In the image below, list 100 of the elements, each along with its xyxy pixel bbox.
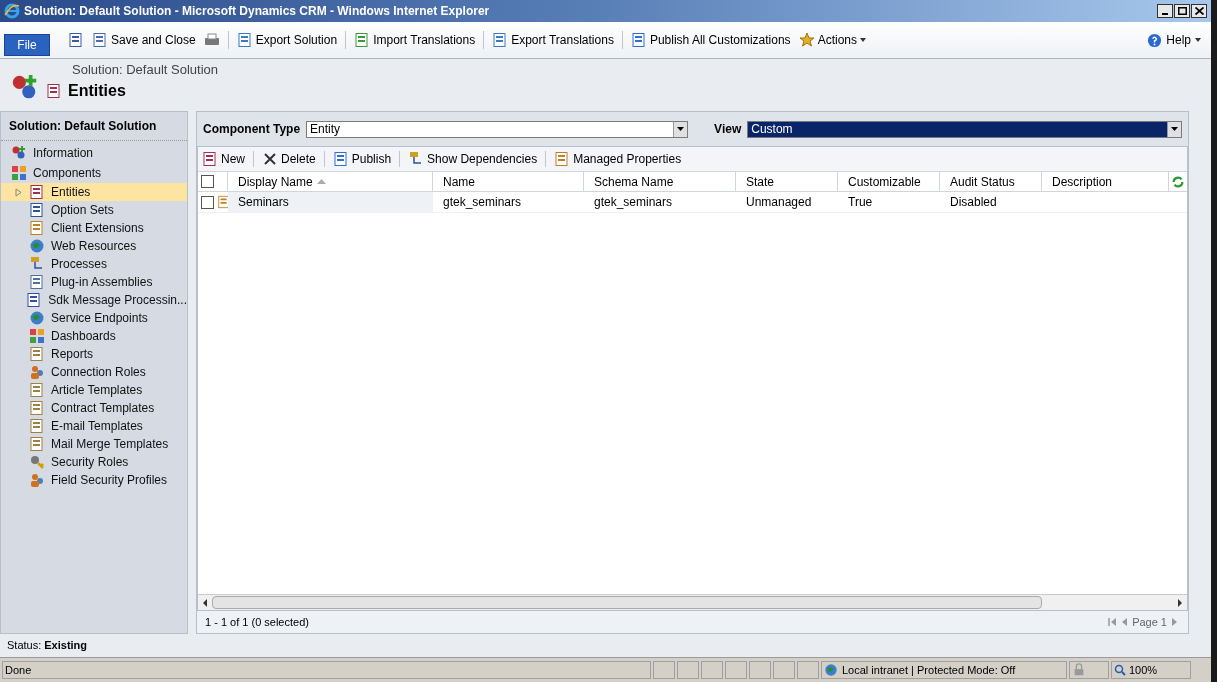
- sidebar-item[interactable]: Information: [1, 144, 187, 162]
- status-label: Status:: [7, 638, 42, 654]
- status-pane: [749, 661, 771, 679]
- ribbon-command[interactable]: Export Translations: [492, 31, 614, 49]
- maximize-icon: [1177, 7, 1187, 15]
- status-pane: [701, 661, 723, 679]
- view-dropdown[interactable]: Custom: [747, 120, 1182, 138]
- column-header[interactable]: Name: [433, 172, 584, 191]
- sidebar-item[interactable]: Reports: [1, 345, 187, 363]
- sidebar-item[interactable]: Processes: [1, 255, 187, 273]
- globe-icon: [29, 238, 45, 254]
- molecule-plus-icon: [11, 145, 27, 161]
- table-cell-text: gtek_seminars: [443, 194, 522, 211]
- sidebar-item[interactable]: Contract Templates: [1, 399, 187, 417]
- status-pane: [677, 661, 699, 679]
- help-menu[interactable]: Help: [1147, 31, 1201, 49]
- sidebar-item[interactable]: Entities: [1, 183, 187, 201]
- browser-logo-icon: [4, 3, 20, 19]
- sidebar-item[interactable]: Connection Roles: [1, 363, 187, 381]
- colored-squares-icon: [29, 328, 45, 344]
- column-header[interactable]: Audit Status: [940, 172, 1042, 191]
- key-icon: [29, 454, 45, 470]
- magnifier-icon: [1114, 664, 1126, 676]
- page-title: Entities: [68, 81, 126, 101]
- sort-ascending-icon: [316, 179, 326, 184]
- sidebar-item[interactable]: E-mail Templates: [1, 417, 187, 435]
- expand-arrow-icon[interactable]: [15, 187, 23, 197]
- ribbon-command[interactable]: Export Solution: [236, 31, 338, 49]
- checkbox[interactable]: [201, 175, 214, 188]
- horizontal-scrollbar[interactable]: [198, 594, 1187, 610]
- globe-icon: [29, 310, 45, 326]
- table-cell-text: Seminars: [238, 194, 289, 211]
- sidebar-item[interactable]: Sdk Message Processin...: [1, 291, 187, 309]
- column-header[interactable]: Description: [1042, 172, 1169, 191]
- file-tab[interactable]: File: [4, 34, 50, 56]
- checkbox[interactable]: [201, 195, 214, 209]
- caret-icon: [677, 127, 685, 131]
- actions-menu[interactable]: Actions: [798, 31, 866, 49]
- field-label: View: [714, 121, 742, 138]
- column-header[interactable]: Customizable: [838, 172, 940, 191]
- list-icon: [26, 292, 43, 308]
- document-icon: [29, 436, 45, 452]
- document-icon: [29, 400, 45, 416]
- zoom-level[interactable]: 100%: [1111, 661, 1191, 679]
- sidebar-item[interactable]: Option Sets: [1, 201, 187, 219]
- table-cell-text: True: [848, 194, 873, 211]
- printer-icon: [203, 32, 220, 48]
- ribbon-command[interactable]: Save and Close: [92, 31, 196, 49]
- grid-command[interactable]: Show Dependencies: [408, 150, 538, 168]
- sidebar-item[interactable]: Client Extensions: [1, 219, 187, 237]
- status-pane: [653, 661, 675, 679]
- grid-command[interactable]: New: [202, 150, 245, 168]
- maximize-button[interactable]: [1174, 4, 1190, 18]
- ribbon-command[interactable]: Import Translations: [354, 31, 476, 49]
- grid-command[interactable]: Delete: [262, 150, 316, 168]
- column-header[interactable]: Schema Name: [584, 172, 736, 191]
- caret-icon: [1195, 38, 1201, 42]
- sidebar-item[interactable]: Components: [1, 164, 187, 182]
- sidebar-item[interactable]: Article Templates: [1, 381, 187, 399]
- close-button[interactable]: [1191, 4, 1207, 18]
- table-cell-text: gtek_seminars: [594, 194, 673, 211]
- column-header[interactable]: State: [736, 172, 838, 191]
- list-icon: [29, 202, 45, 218]
- people-icon: [29, 472, 45, 488]
- caret-icon: [1171, 127, 1178, 131]
- status-pane: [725, 661, 747, 679]
- table-cell-text: Unmanaged: [746, 194, 812, 211]
- security-zone: Local intranet | Protected Mode: Off: [842, 662, 1016, 678]
- component-type-dropdown[interactable]: Entity: [306, 120, 689, 138]
- sidebar-item[interactable]: Web Resources: [1, 237, 187, 255]
- close-icon: [1194, 7, 1204, 15]
- status-pane: [797, 661, 819, 679]
- help-icon: [1147, 32, 1163, 48]
- minimize-button[interactable]: [1157, 4, 1173, 18]
- table-row[interactable]: Seminars gtek_seminars gtek_seminars Unmanaged True Disabled: [198, 192, 1187, 213]
- globe-icon: [824, 663, 838, 677]
- refresh-icon[interactable]: [1171, 174, 1185, 189]
- grid-command[interactable]: Publish: [332, 150, 392, 168]
- sidebar-item[interactable]: Field Security Profiles: [1, 471, 187, 489]
- status-pane: [773, 661, 795, 679]
- document-icon: [29, 418, 45, 434]
- window-title: Solution: Default Solution - Microsoft Dynamics CRM - Windows Internet Explorer: [24, 3, 490, 20]
- status-value: Existing: [44, 638, 88, 654]
- flowchart-icon: [29, 256, 45, 272]
- status-text: Done: [2, 661, 651, 679]
- table-cell-text: Disabled: [950, 194, 997, 211]
- field-label: Component Type: [203, 121, 301, 138]
- column-header[interactable]: Display Name: [228, 172, 433, 191]
- print-button[interactable]: [203, 32, 220, 48]
- sidebar-item[interactable]: Dashboards: [1, 327, 187, 345]
- sidebar-item[interactable]: Mail Merge Templates: [1, 435, 187, 453]
- document-icon: [29, 346, 45, 362]
- grid-command[interactable]: Managed Properties: [554, 150, 682, 168]
- sidebar-item[interactable]: Service Endpoints: [1, 309, 187, 327]
- delete-icon: [262, 151, 278, 167]
- sidebar-title: Solution: Default Solution: [1, 112, 187, 141]
- ribbon-command[interactable]: Publish All Customizations: [630, 31, 791, 49]
- page-number: Page 1: [1132, 614, 1167, 630]
- sidebar-item[interactable]: Plug-in Assemblies: [1, 273, 187, 291]
- sidebar-item[interactable]: Security Roles: [1, 453, 187, 471]
